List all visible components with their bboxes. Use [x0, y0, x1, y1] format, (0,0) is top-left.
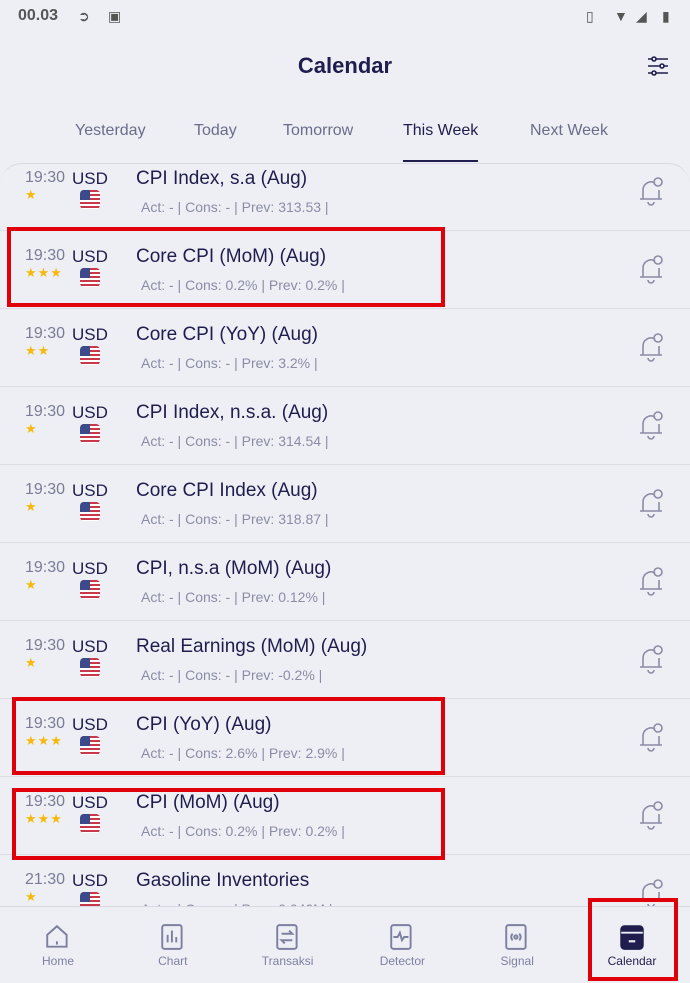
- transfer-icon: [275, 924, 298, 950]
- event-row[interactable]: 19:30 USD ★ CPI, n.s.a (MoM) (Aug) Act: …: [0, 543, 690, 621]
- highlight-box: [7, 227, 445, 307]
- us-flag-icon: [80, 892, 100, 906]
- event-currency: USD: [72, 325, 108, 344]
- date-tabs: Yesterday Today Tomorrow This Week Next …: [0, 122, 690, 162]
- importance-stars: ★: [25, 655, 38, 670]
- bell-alert-icon[interactable]: [636, 175, 666, 207]
- page-title: Calendar: [297, 53, 393, 78]
- bell-alert-icon[interactable]: [636, 643, 666, 675]
- event-row[interactable]: 19:30 USD ★ Real Earnings (MoM) (Aug) Ac…: [0, 621, 690, 699]
- tab-next-week[interactable]: Next Week: [530, 122, 608, 140]
- event-time: 19:30: [25, 481, 66, 498]
- event-row[interactable]: 19:30 USD ★ Core CPI Index (Aug) Act: - …: [0, 465, 690, 543]
- notification-icon: ➲: [78, 8, 90, 24]
- importance-stars: ★: [25, 889, 38, 904]
- nav-signal[interactable]: Signal: [467, 907, 567, 983]
- event-name: CPI Index, n.s.a. (Aug): [136, 402, 329, 423]
- tab-tomorrow[interactable]: Tomorrow: [283, 122, 353, 140]
- tab-this-week[interactable]: This Week: [403, 122, 479, 162]
- bell-alert-icon[interactable]: [636, 409, 666, 441]
- pulse-icon: [390, 924, 412, 950]
- event-row[interactable]: 21:30 USD ★ Gasoline Inventories Act: - …: [0, 855, 690, 906]
- us-flag-icon: [80, 346, 100, 365]
- tab-yesterday[interactable]: Yesterday: [75, 122, 146, 140]
- event-values: Act: - | Cons: - | Prev: 314.54 |: [141, 433, 329, 449]
- importance-stars: ★★: [25, 343, 51, 358]
- event-values: Act: - | Cons: - | Prev: -0.2% |: [141, 667, 323, 683]
- event-values: Act: - | Cons: - | Prev: 0.12% |: [141, 589, 326, 605]
- event-currency: USD: [72, 871, 108, 890]
- event-time: 21:30: [25, 871, 66, 888]
- event-row[interactable]: 19:30 USD ★ CPI Index, n.s.a. (Aug) Act:…: [0, 387, 690, 465]
- bell-alert-icon[interactable]: [636, 331, 666, 363]
- event-currency: USD: [72, 169, 108, 188]
- us-flag-icon: [80, 424, 100, 443]
- cell-signal-icon: ◢: [636, 8, 647, 24]
- event-values: Act: - | Cons: - | Prev: 3.2% |: [141, 355, 318, 371]
- home-icon: [46, 924, 68, 948]
- importance-stars: ★: [25, 187, 38, 202]
- event-name: Gasoline Inventories: [136, 870, 310, 891]
- importance-stars: ★: [25, 421, 38, 436]
- nav-transaksi[interactable]: Transaksi: [238, 907, 338, 983]
- chart-icon: [161, 924, 183, 950]
- event-values: Act: - | Cons: - | Prev: 318.87 |: [141, 511, 329, 527]
- us-flag-icon: [80, 502, 100, 521]
- signal-icon: [505, 924, 527, 950]
- event-row[interactable]: 19:30 USD ★ CPI Index, s.a (Aug) Act: - …: [0, 164, 690, 231]
- battery-icon: ▮: [662, 8, 670, 24]
- event-currency: USD: [72, 403, 108, 422]
- vibrate-icon: ▯: [586, 8, 594, 24]
- bell-alert-icon[interactable]: [636, 487, 666, 519]
- highlight-box: [12, 788, 445, 860]
- highlight-box: [588, 898, 678, 981]
- highlight-box: [12, 697, 445, 775]
- bell-alert-icon[interactable]: [636, 565, 666, 597]
- nav-home[interactable]: Home: [8, 907, 108, 983]
- bottom-nav: Home Chart Transaksi Detector Signal Calendar: [0, 906, 690, 982]
- importance-stars: ★: [25, 499, 38, 514]
- us-flag-icon: [80, 658, 100, 677]
- event-name: Real Earnings (MoM) (Aug): [136, 636, 368, 657]
- filter-icon[interactable]: [646, 54, 670, 78]
- event-name: Core CPI Index (Aug): [136, 480, 318, 501]
- status-bar: 00.03 ➲ ▣ ▯ ▼ ◢ ▮: [0, 0, 690, 34]
- nav-detector[interactable]: Detector: [352, 907, 452, 983]
- nav-chart[interactable]: Chart: [123, 907, 223, 983]
- event-row[interactable]: 19:30 USD ★★ Core CPI (YoY) (Aug) Act: -…: [0, 309, 690, 387]
- nav-label: Detector: [379, 954, 426, 968]
- nav-label: Signal: [500, 954, 534, 968]
- event-currency: USD: [72, 559, 108, 578]
- bell-alert-icon[interactable]: [636, 721, 666, 753]
- event-currency: USD: [72, 481, 108, 500]
- event-name: CPI, n.s.a (MoM) (Aug): [136, 558, 332, 579]
- bell-alert-icon[interactable]: [636, 253, 666, 285]
- event-name: CPI Index, s.a (Aug): [136, 168, 308, 189]
- importance-stars: ★: [25, 577, 38, 592]
- event-values: Act: - | Cons: - | Prev: 313.53 |: [141, 199, 329, 215]
- event-time: 19:30: [25, 403, 66, 420]
- bell-alert-icon[interactable]: [636, 799, 666, 831]
- event-time: 19:30: [25, 169, 66, 186]
- status-time: 00.03: [18, 7, 59, 24]
- event-name: Core CPI (YoY) (Aug): [136, 324, 318, 345]
- nav-label: Home: [41, 954, 74, 968]
- us-flag-icon: [80, 190, 100, 209]
- event-time: 19:30: [25, 559, 66, 576]
- tab-today[interactable]: Today: [194, 122, 237, 140]
- event-time: 19:30: [25, 325, 66, 342]
- event-currency: USD: [72, 637, 108, 656]
- us-flag-icon: [80, 580, 100, 599]
- app-notification-icon: ▣: [108, 8, 122, 24]
- event-time: 19:30: [25, 637, 66, 654]
- nav-label: Transaksi: [261, 954, 314, 968]
- wifi-icon: ▼: [614, 8, 628, 24]
- nav-label: Chart: [158, 954, 188, 968]
